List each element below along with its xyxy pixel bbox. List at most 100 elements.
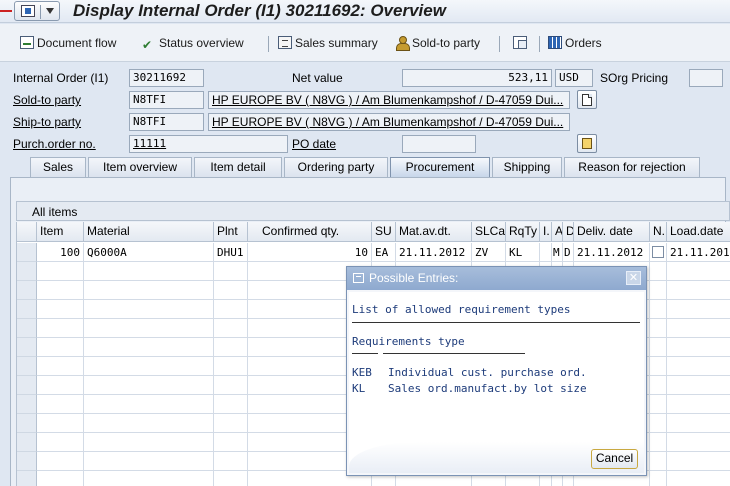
col-deliv-date[interactable]: Deliv. date	[574, 222, 650, 242]
row-selector[interactable]	[17, 262, 37, 281]
empty-cell[interactable]	[667, 471, 730, 486]
cell-mat-av-dt[interactable]: 21.11.2012	[396, 243, 472, 262]
empty-cell[interactable]	[214, 281, 248, 300]
currency-field[interactable]: USD	[555, 69, 593, 87]
system-menu-button[interactable]	[14, 1, 60, 21]
empty-cell[interactable]	[37, 471, 84, 486]
sales-summary-button[interactable]: Sales summary	[278, 35, 378, 51]
checkbox[interactable]	[652, 246, 664, 258]
empty-cell[interactable]	[84, 471, 214, 486]
cell-material[interactable]: Q6000A	[84, 243, 214, 262]
row-selector[interactable]	[17, 395, 37, 414]
row-selector[interactable]	[17, 243, 37, 262]
empty-cell[interactable]	[667, 319, 730, 338]
tab-item-detail[interactable]: Item detail	[194, 157, 282, 177]
empty-cell[interactable]	[37, 452, 84, 471]
po-date-field[interactable]	[402, 135, 476, 153]
tab-reason-for-rejection[interactable]: Reason for rejection	[564, 157, 700, 177]
cell-plant[interactable]: DHU1	[214, 243, 248, 262]
empty-cell[interactable]	[214, 338, 248, 357]
empty-cell[interactable]	[37, 338, 84, 357]
empty-cell[interactable]	[650, 452, 667, 471]
empty-cell[interactable]	[667, 300, 730, 319]
po-date-label[interactable]: PO date	[292, 136, 336, 152]
orders-button[interactable]: Orders	[548, 35, 602, 51]
empty-cell[interactable]	[214, 433, 248, 452]
ship-to-party-label[interactable]: Ship-to party	[13, 114, 81, 130]
cell-confirmed-qty[interactable]: 10	[248, 243, 372, 262]
col-i[interactable]: I.	[540, 222, 552, 242]
empty-cell[interactable]	[667, 357, 730, 376]
cell-deliv-date[interactable]: 21.11.2012	[574, 243, 650, 262]
row-selector[interactable]	[17, 338, 37, 357]
empty-cell[interactable]	[84, 319, 214, 338]
empty-cell[interactable]	[214, 395, 248, 414]
empty-cell[interactable]	[650, 338, 667, 357]
empty-cell[interactable]	[84, 281, 214, 300]
empty-cell[interactable]	[667, 281, 730, 300]
empty-cell[interactable]	[84, 433, 214, 452]
empty-cell[interactable]	[84, 376, 214, 395]
empty-cell[interactable]	[37, 357, 84, 376]
sorg-pricing-field[interactable]	[689, 69, 723, 87]
empty-cell[interactable]	[214, 357, 248, 376]
empty-cell[interactable]	[214, 471, 248, 486]
empty-cell[interactable]	[667, 376, 730, 395]
empty-cell[interactable]	[84, 357, 214, 376]
empty-cell[interactable]	[214, 319, 248, 338]
cell-n[interactable]	[650, 243, 667, 262]
empty-cell[interactable]	[214, 414, 248, 433]
empty-cell[interactable]	[650, 319, 667, 338]
cell-rqty[interactable]: KL	[506, 243, 540, 262]
col-slca[interactable]: SLCa	[472, 222, 506, 242]
copy-button[interactable]	[513, 35, 530, 51]
col-item[interactable]: Item	[37, 222, 84, 242]
col-confirmed-qty[interactable]: Confirmed qty.	[248, 222, 372, 242]
tab-sales[interactable]: Sales	[30, 157, 86, 177]
col-load-date[interactable]: Load.date	[667, 222, 730, 242]
cell-su[interactable]: EA	[372, 243, 396, 262]
row-selector[interactable]	[17, 300, 37, 319]
empty-cell[interactable]	[667, 262, 730, 281]
cell-a[interactable]: M	[552, 243, 563, 262]
empty-cell[interactable]	[214, 262, 248, 281]
col-n[interactable]: N..	[650, 222, 667, 242]
purch-order-field[interactable]: 11111	[129, 135, 288, 153]
cell-d[interactable]: D	[563, 243, 574, 262]
empty-cell[interactable]	[667, 395, 730, 414]
purch-order-label[interactable]: Purch.order no.	[13, 136, 96, 152]
sold-to-party-field[interactable]: N8TFI	[129, 91, 204, 109]
empty-cell[interactable]	[84, 300, 214, 319]
empty-cell[interactable]	[667, 338, 730, 357]
empty-cell[interactable]	[37, 395, 84, 414]
empty-cell[interactable]	[650, 281, 667, 300]
empty-cell[interactable]	[37, 414, 84, 433]
tab-ordering-party[interactable]: Ordering party	[284, 157, 388, 177]
empty-cell[interactable]	[667, 452, 730, 471]
document-flow-button[interactable]: Document flow	[20, 35, 116, 51]
empty-cell[interactable]	[84, 395, 214, 414]
empty-cell[interactable]	[650, 471, 667, 486]
net-value-field[interactable]: 523,11	[402, 69, 552, 87]
empty-cell[interactable]	[37, 319, 84, 338]
status-overview-button[interactable]: ✔ Status overview	[142, 35, 244, 52]
empty-cell[interactable]	[214, 376, 248, 395]
row-selector[interactable]	[17, 414, 37, 433]
empty-cell[interactable]	[650, 262, 667, 281]
entry-kl[interactable]: KL Sales ord.manufact.by lot size	[352, 381, 587, 396]
col-plant[interactable]: Plnt	[214, 222, 248, 242]
empty-cell[interactable]	[214, 452, 248, 471]
empty-cell[interactable]	[84, 338, 214, 357]
col-rqty[interactable]: RqTy	[506, 222, 540, 242]
empty-cell[interactable]	[84, 452, 214, 471]
tab-procurement[interactable]: Procurement	[390, 157, 490, 177]
empty-cell[interactable]	[214, 300, 248, 319]
empty-cell[interactable]	[650, 433, 667, 452]
empty-cell[interactable]	[650, 357, 667, 376]
empty-cell[interactable]	[650, 376, 667, 395]
sold-to-party-button[interactable]: Sold-to party	[395, 35, 480, 51]
tab-item-overview[interactable]: Item overview	[88, 157, 192, 177]
col-su[interactable]: SU	[372, 222, 396, 242]
tab-shipping[interactable]: Shipping	[492, 157, 562, 177]
sold-to-party-label[interactable]: Sold-to party	[13, 92, 81, 108]
